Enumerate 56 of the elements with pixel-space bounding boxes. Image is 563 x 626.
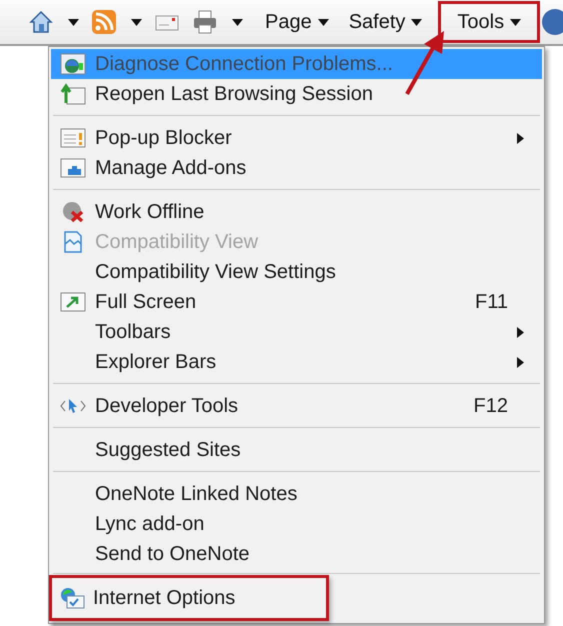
toolbar-menu-button[interactable]: Safety bbox=[338, 1, 432, 43]
arrow-annotation bbox=[404, 30, 446, 96]
menu-item[interactable]: Reopen Last Browsing Session bbox=[51, 79, 542, 109]
printer-icon bbox=[192, 9, 218, 35]
menu-item-label: Send to OneNote bbox=[95, 542, 250, 567]
shortcut-label: F12 bbox=[474, 394, 508, 419]
feed-icon bbox=[91, 9, 117, 35]
window-warning-icon bbox=[60, 127, 86, 149]
window-arrow-icon bbox=[60, 83, 86, 105]
menu-item-label: Compatibility View bbox=[95, 230, 258, 255]
menu-item[interactable]: Toolbars bbox=[51, 317, 542, 347]
menu-item-label: Full Screen bbox=[95, 290, 196, 315]
dropdown-caret-icon bbox=[232, 18, 243, 26]
dropdown-caret-icon bbox=[131, 18, 142, 26]
globe-window-icon bbox=[60, 53, 86, 75]
house-icon bbox=[28, 9, 54, 35]
menu-item-label: Work Offline bbox=[95, 200, 204, 225]
toolbar-menu-button[interactable]: Tools bbox=[438, 1, 540, 43]
menu-item-label: Developer Tools bbox=[95, 394, 238, 419]
caret-icon bbox=[510, 18, 522, 26]
caret-icon bbox=[318, 18, 329, 26]
menu-item-label: Internet Options bbox=[93, 586, 236, 611]
menu-item-label: Suggested Sites bbox=[95, 438, 241, 463]
menu-item[interactable]: Manage Add-ons bbox=[51, 153, 542, 183]
menu-item[interactable]: Pop-up Blocker bbox=[51, 123, 542, 153]
help-globe-icon bbox=[542, 9, 563, 35]
menu-item[interactable]: Developer Tools F12 bbox=[51, 391, 542, 421]
menu-item[interactable]: Suggested Sites bbox=[51, 435, 542, 465]
menu-item-label: Compatibility View Settings bbox=[95, 260, 336, 285]
menu-item[interactable]: Send to OneNote bbox=[51, 539, 542, 569]
menu-item[interactable]: Internet Options bbox=[51, 575, 542, 621]
shortcut-label: F11 bbox=[475, 290, 508, 315]
menu-item-label: Pop-up Blocker bbox=[95, 126, 232, 151]
menu-item[interactable]: Full Screen F11 bbox=[51, 287, 542, 317]
menu-item[interactable]: Lync add-on bbox=[51, 509, 542, 539]
menu-item-label: Explorer Bars bbox=[95, 350, 216, 375]
menu-item-label: Manage Add-ons bbox=[95, 156, 246, 181]
menu-item[interactable]: Explorer Bars bbox=[51, 347, 542, 377]
menu-item[interactable]: OneNote Linked Notes bbox=[51, 479, 542, 509]
submenu-arrow-icon bbox=[517, 132, 524, 144]
window-puzzle-icon bbox=[60, 157, 86, 179]
menu-item-label: Toolbars bbox=[95, 320, 171, 345]
caret-icon bbox=[411, 18, 422, 26]
menu-item-label: Reopen Last Browsing Session bbox=[95, 82, 373, 107]
globe-checkbox-icon bbox=[60, 587, 86, 609]
menu-item[interactable]: Compatibility View Settings bbox=[51, 257, 542, 287]
submenu-arrow-icon bbox=[517, 356, 524, 368]
globe-cross-icon bbox=[60, 201, 86, 223]
menu-item-label: Diagnose Connection Problems... bbox=[95, 52, 393, 77]
menu-item[interactable]: Work Offline bbox=[51, 197, 542, 227]
submenu-arrow-icon bbox=[517, 326, 524, 338]
toolbar-menu-button[interactable]: Page bbox=[255, 1, 339, 43]
dropdown-caret-icon bbox=[68, 18, 79, 26]
menu-item-label: OneNote Linked Notes bbox=[95, 482, 298, 507]
window-expand-icon bbox=[60, 291, 86, 313]
menu-item-label: Lync add-on bbox=[95, 512, 204, 537]
